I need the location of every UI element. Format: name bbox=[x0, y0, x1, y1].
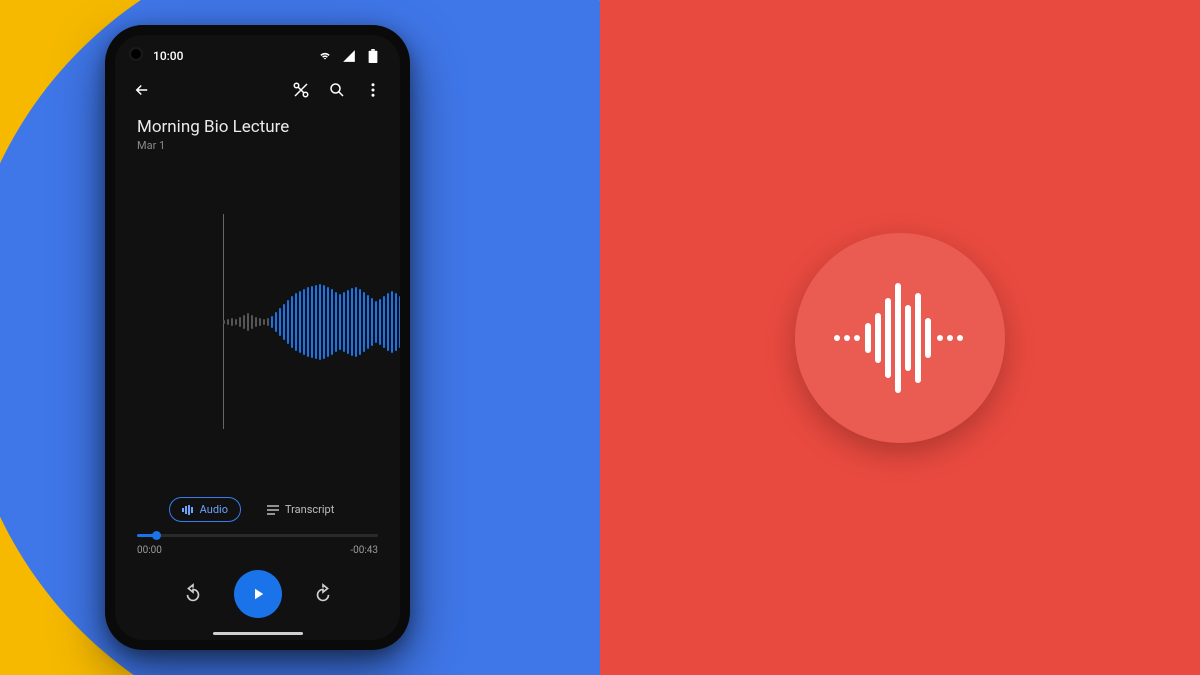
crop-icon[interactable] bbox=[292, 81, 310, 99]
view-tabs: Audio Transcript bbox=[115, 489, 400, 528]
rewind-button[interactable] bbox=[182, 583, 204, 605]
status-bar: 10:00 bbox=[115, 35, 400, 71]
time-remaining: -00:43 bbox=[350, 545, 378, 556]
tab-transcript-label: Transcript bbox=[285, 503, 334, 516]
back-button[interactable] bbox=[133, 81, 151, 99]
battery-icon bbox=[364, 47, 382, 65]
phone-frame: 10:00 bbox=[105, 25, 410, 650]
recording-title: Morning Bio Lecture bbox=[137, 117, 378, 137]
transcript-lines-icon bbox=[267, 505, 279, 515]
time-row: 00:00 -00:43 bbox=[115, 539, 400, 556]
phone-screen: 10:00 bbox=[115, 35, 400, 640]
more-icon[interactable] bbox=[364, 81, 382, 99]
play-icon bbox=[249, 585, 267, 603]
seek-thumb[interactable] bbox=[152, 531, 161, 540]
time-elapsed: 00:00 bbox=[137, 545, 162, 556]
audio-bars-icon bbox=[182, 505, 194, 515]
tab-audio[interactable]: Audio bbox=[169, 497, 241, 522]
search-icon[interactable] bbox=[328, 81, 346, 99]
recording-date: Mar 1 bbox=[137, 139, 378, 152]
waveform bbox=[223, 284, 400, 360]
seek-bar[interactable] bbox=[115, 528, 400, 539]
recording-header: Morning Bio Lecture Mar 1 bbox=[115, 109, 400, 154]
recorder-app-icon bbox=[795, 233, 1005, 443]
tab-audio-label: Audio bbox=[200, 503, 228, 516]
tab-transcript[interactable]: Transcript bbox=[255, 497, 346, 522]
app-bar bbox=[115, 71, 400, 109]
camera-hole bbox=[131, 49, 141, 59]
signal-icon bbox=[340, 47, 358, 65]
waveform-area[interactable] bbox=[115, 154, 400, 489]
forward-button[interactable] bbox=[312, 583, 334, 605]
nav-gesture-pill[interactable] bbox=[213, 632, 303, 635]
wifi-icon bbox=[316, 47, 334, 65]
background-right bbox=[600, 0, 1200, 675]
playback-controls bbox=[115, 556, 400, 640]
waveform-icon bbox=[825, 263, 975, 413]
status-time: 10:00 bbox=[153, 49, 183, 63]
play-button[interactable] bbox=[234, 570, 282, 618]
